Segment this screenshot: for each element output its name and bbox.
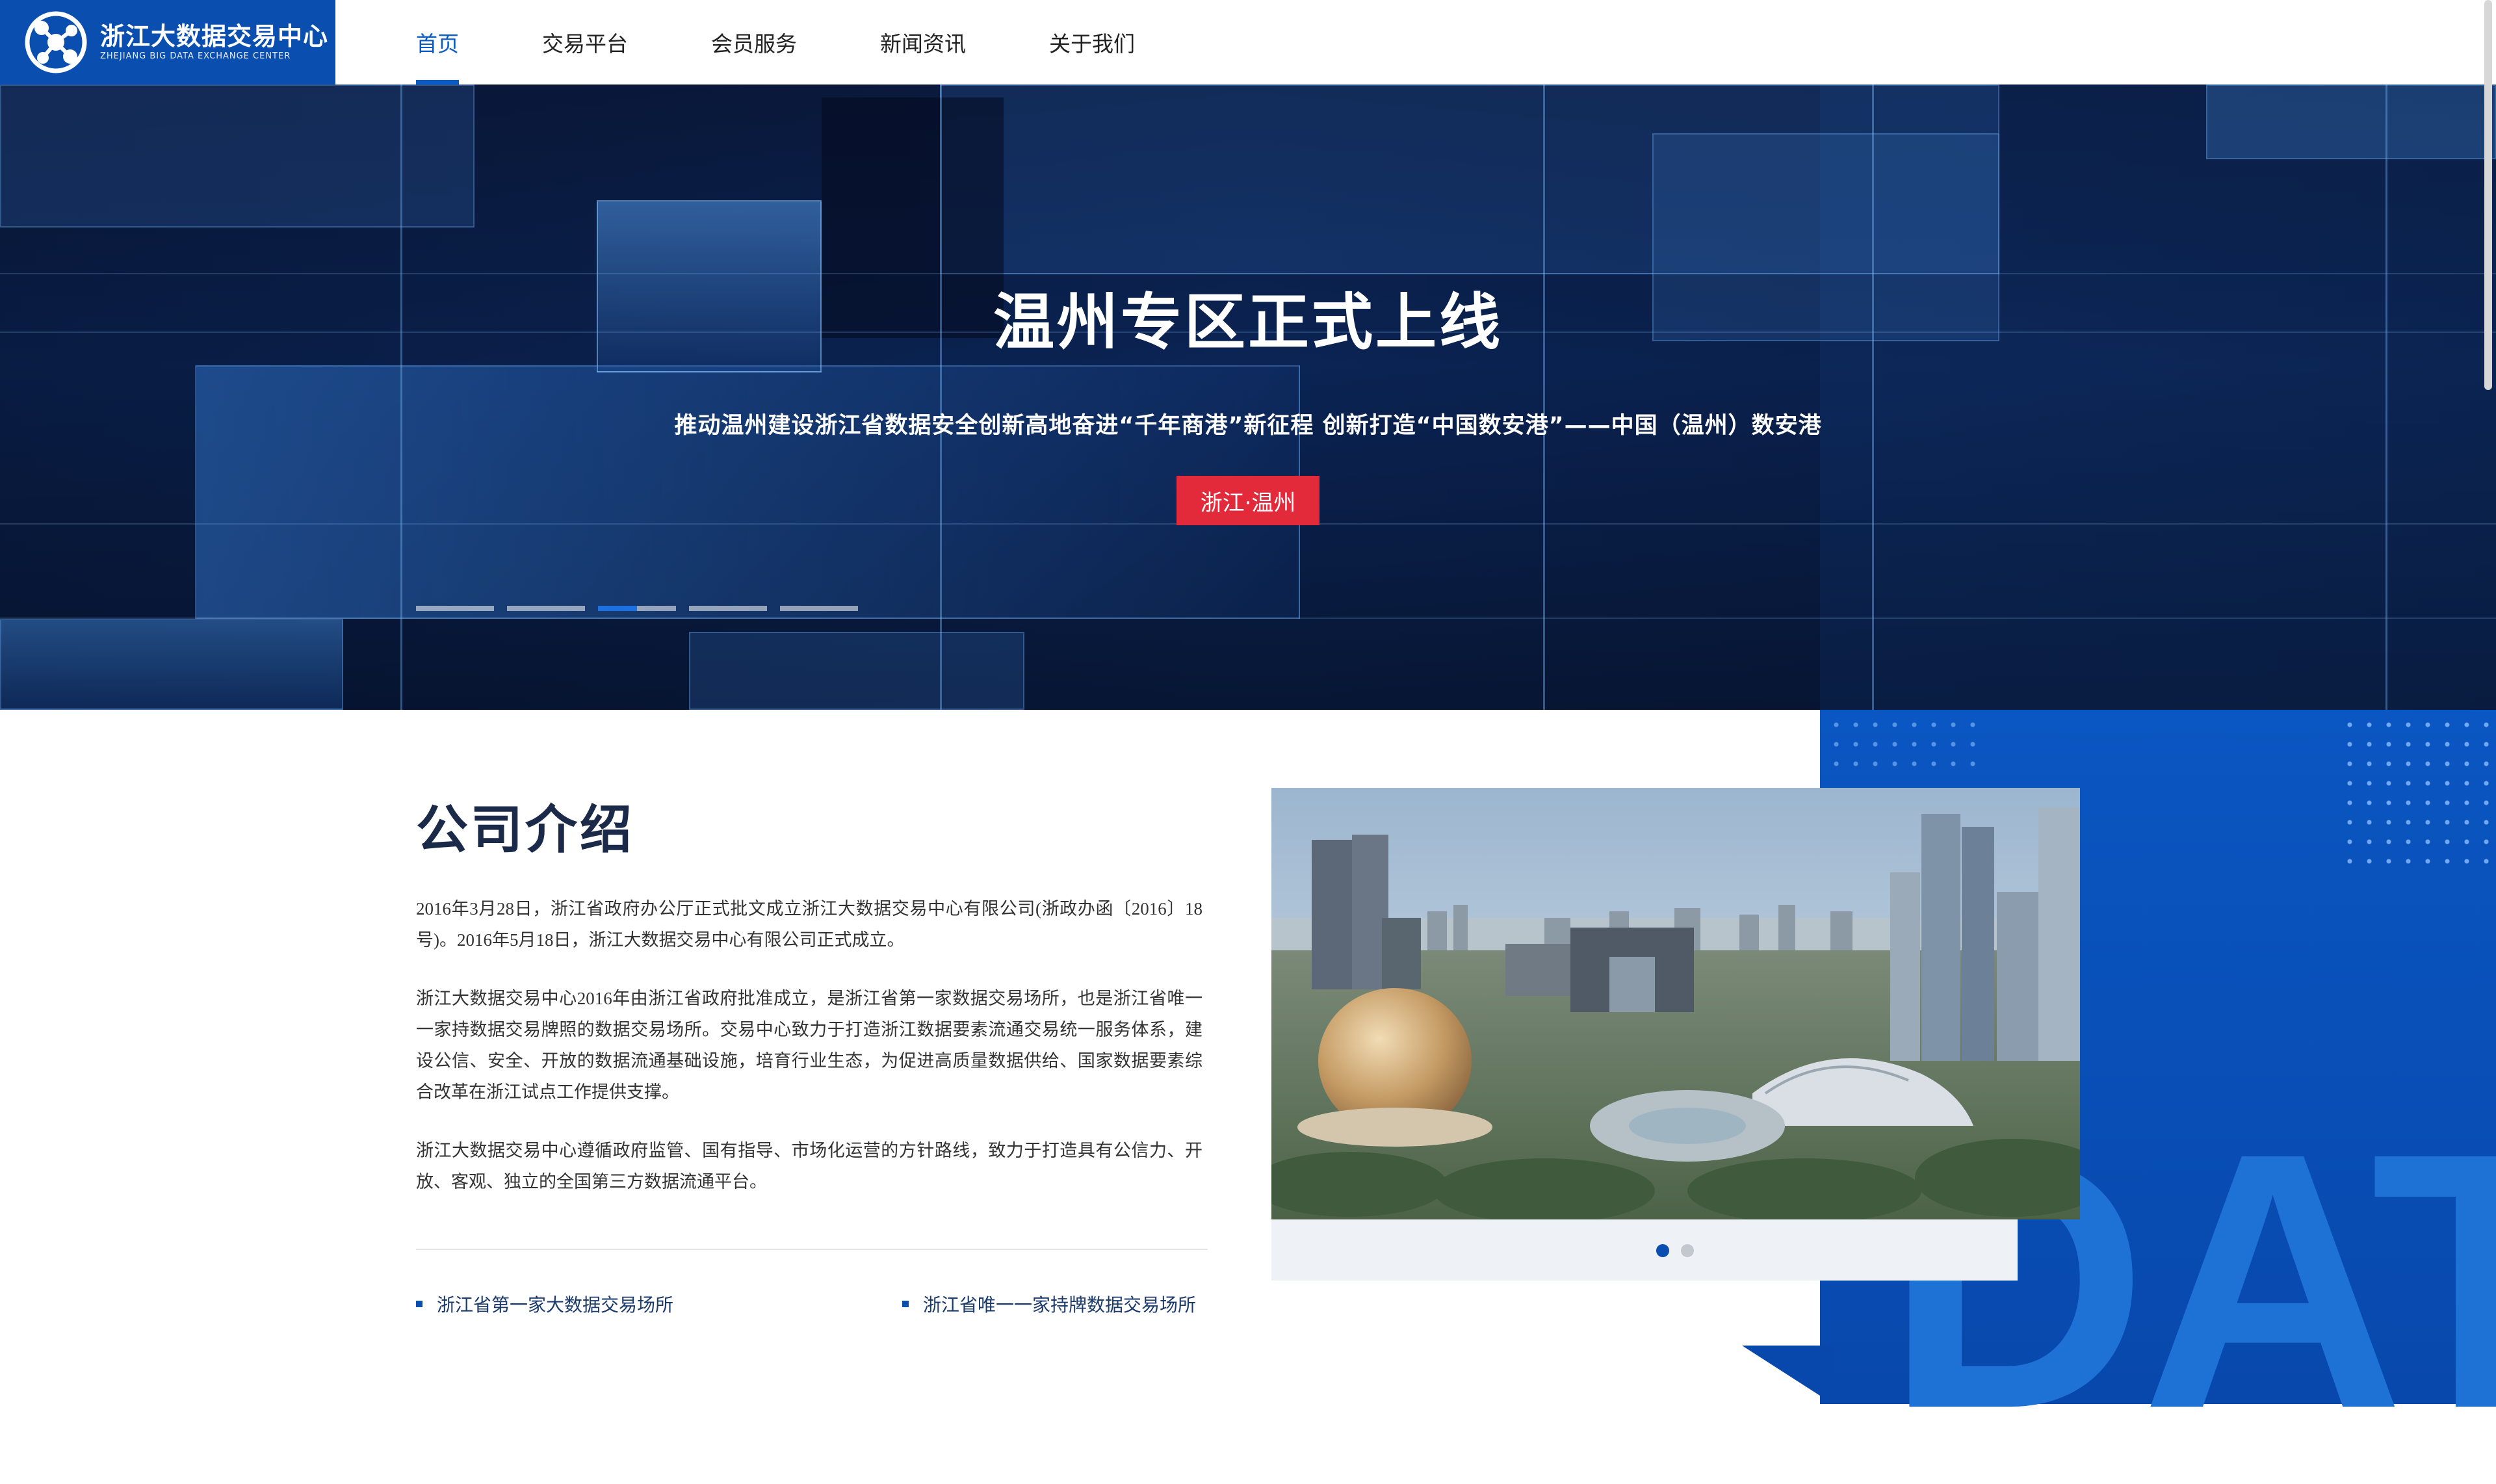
site-header: 浙江大数据交易中心 ZHEJIANG BIG DATA EXCHANGE CEN…: [0, 0, 2496, 85]
hero-deco-panel: [195, 365, 1300, 619]
feature-label: 浙江省第一家大数据交易场所: [437, 1294, 674, 1316]
hero-deco-line: [0, 618, 2496, 619]
photo-carousel-indicators: [1656, 1244, 1706, 1257]
photo-dot[interactable]: [1681, 1244, 1694, 1257]
carousel-dot[interactable]: [689, 606, 767, 611]
carousel-dot[interactable]: [507, 606, 585, 611]
feature-label: 浙江省唯一一家持牌数据交易场所: [923, 1294, 1197, 1316]
intro-title: 公司介绍: [416, 799, 634, 860]
square-bullet-icon: [416, 1301, 422, 1307]
hero-title: 温州专区正式上线: [993, 287, 1503, 358]
site-logo[interactable]: 浙江大数据交易中心 ZHEJIANG BIG DATA EXCHANGE CEN…: [0, 0, 335, 85]
carousel-dot[interactable]: [416, 606, 494, 611]
hero-deco-panel: [0, 619, 343, 710]
city-photo: [1271, 788, 2080, 1219]
main-nav: 首页 交易平台 会员服务 新闻资讯 关于我们: [416, 0, 1218, 85]
hero-subtitle: 推动温州建设浙江省数据安全创新高地奋进“千年商港”新征程 创新打造“中国数安港”…: [674, 413, 1822, 439]
intro-paragraph: 浙江大数据交易中心2016年由浙江省政府批准成立，是浙江省第一家数据交易场所，也…: [416, 989, 1202, 1102]
logo-name-cn: 浙江大数据交易中心: [100, 22, 329, 51]
feature-item: 浙江省唯一一家持牌数据交易场所: [902, 1291, 1196, 1317]
nav-about-us[interactable]: 关于我们: [1049, 0, 1135, 85]
nav-member-services[interactable]: 会员服务: [711, 0, 797, 85]
intro-paragraph: 浙江大数据交易中心遵循政府监管、国有指导、市场化运营的方针路线，致力于打造具有公…: [416, 1141, 1202, 1191]
hero-deco-panel: [689, 632, 1024, 710]
blue-deco-corner: [1742, 1346, 1833, 1404]
intro-paragraph: 2016年3月28日，浙江省政府办公厅正式批文成立浙江大数据交易中心有限公司(浙…: [416, 899, 1202, 950]
hero-banner: 温州专区正式上线 推动温州建设浙江省数据安全创新高地奋进“千年商港”新征程 创新…: [0, 85, 2496, 710]
dot-grid-deco: [1826, 715, 1982, 780]
hero-deco-line: [1543, 85, 1545, 710]
page-scrollbar[interactable]: [2484, 0, 2492, 390]
hero-region-button[interactable]: 浙江·温州: [1176, 476, 1320, 525]
hero-deco-panel: [0, 85, 474, 228]
hero-deco-line: [400, 85, 402, 710]
nav-trading-platform[interactable]: 交易平台: [542, 0, 628, 85]
feature-item: 浙江省第一家大数据交易场所: [416, 1291, 673, 1317]
hero-carousel-indicators: [416, 606, 871, 611]
city-skyline-image: [1271, 788, 2080, 1219]
dot-grid-deco: [2340, 715, 2496, 871]
logo-name-en: ZHEJIANG BIG DATA EXCHANGE CENTER: [100, 51, 291, 61]
hero-deco-panel: [2206, 85, 2496, 159]
carousel-dot[interactable]: [780, 606, 858, 611]
nav-home[interactable]: 首页: [416, 0, 459, 85]
square-bullet-icon: [902, 1301, 909, 1307]
hero-deco-line: [2386, 85, 2387, 710]
logo-text: 浙江大数据交易中心 ZHEJIANG BIG DATA EXCHANGE CEN…: [100, 22, 328, 62]
molecule-logo-icon: [25, 11, 87, 73]
intro-divider: [416, 1249, 1208, 1250]
photo-dot-active[interactable]: [1656, 1244, 1669, 1257]
nav-news[interactable]: 新闻资讯: [880, 0, 966, 85]
hero-deco-line: [940, 85, 942, 710]
carousel-dot-active[interactable]: [598, 606, 676, 611]
hero-deco-line: [1872, 85, 1874, 710]
